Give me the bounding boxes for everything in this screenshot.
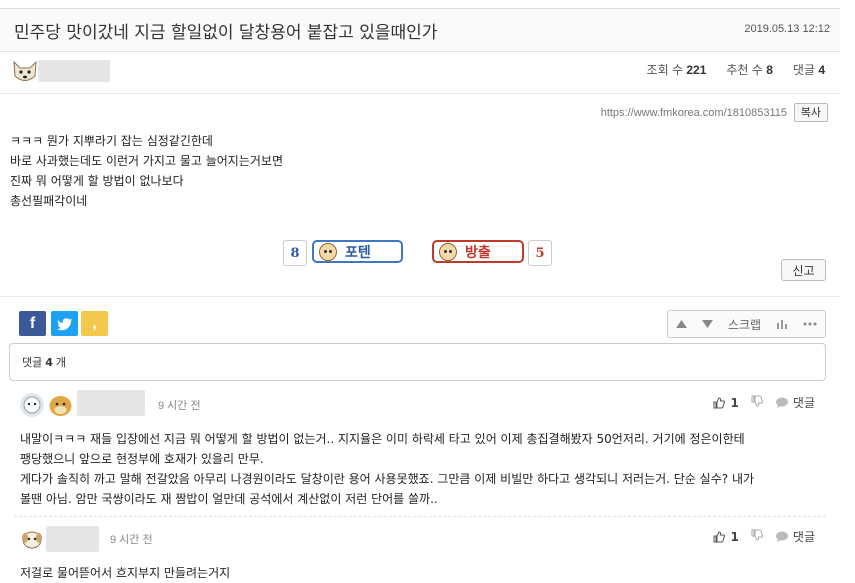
comment-like-button[interactable]: 1 (713, 396, 739, 410)
recommend-stat: 추천 수 8 (726, 63, 773, 77)
post-date: 2019.05.13 12:12 (744, 23, 830, 35)
thumbs-down-icon[interactable] (751, 395, 763, 410)
comment-actions: 1 댓글 (713, 394, 815, 411)
downvote-count: 5 (528, 240, 552, 266)
arrow-down-icon[interactable] (701, 320, 713, 328)
post-body-line: ㅋㅋㅋ 뭔가 지뿌라기 잡는 심정같긴한데 (10, 134, 213, 148)
post-meta: 조회 수 221 추천 수 8 댓글 4 (647, 61, 825, 78)
comment-line: 팽당했으니 앞으로 현정부에 호재가 있을리 만무. (20, 452, 264, 466)
upvote-button[interactable]: 포텐 (312, 240, 403, 263)
post-body-line: 진짜 뭐 어떻게 할 방법이 없나보다 (10, 174, 184, 188)
comment-reply-button[interactable]: 댓글 (775, 528, 815, 545)
post-body: ㅋㅋㅋ 뭔가 지뿌라기 잡는 심정같긴한데 바로 사과했는데도 이런거 가지고 … (10, 131, 283, 211)
downvote-label: 방출 (465, 244, 491, 261)
comment-divider (14, 516, 826, 517)
facebook-share-icon[interactable]: f (19, 311, 46, 336)
comment-count-box: 댓글 4 개 (9, 343, 826, 381)
comment-reply-label: 댓글 (792, 396, 815, 410)
angry-face-icon (439, 242, 457, 261)
upvote-label: 포텐 (345, 244, 371, 261)
commenter-name-redacted[interactable] (46, 526, 99, 552)
comment-actions: 1 댓글 (713, 528, 815, 545)
commenter-name-redacted[interactable] (77, 390, 145, 416)
comment-like-button[interactable]: 1 (713, 530, 739, 544)
comment-time: 9 시간 전 (110, 534, 153, 546)
comment-count: 4 (45, 355, 53, 369)
commenter-avatar[interactable] (20, 393, 44, 417)
comment-like-count: 1 (730, 395, 739, 410)
happy-face-icon (319, 242, 337, 261)
comments-stat: 댓글 4 (792, 63, 825, 77)
author-name-redacted[interactable] (38, 60, 110, 82)
report-button[interactable]: 신고 (781, 259, 826, 281)
downvote-button[interactable]: 방출 (432, 240, 524, 263)
upvote-count: 8 (283, 240, 307, 266)
twitter-share-icon[interactable] (51, 311, 78, 336)
comment-line: 저걸로 물어뜯어서 흐지부지 만들려는거지 (20, 566, 231, 580)
speech-bubble-icon (775, 397, 788, 408)
comment-reply-label: 댓글 (792, 530, 815, 544)
post-body-line: 총선필패각이네 (10, 194, 88, 208)
thumbs-up-icon (713, 396, 725, 408)
comment-body: 저걸로 물어뜯어서 흐지부지 만들려는거지 (20, 563, 230, 583)
speech-bubble-icon (775, 531, 788, 542)
author-avatar[interactable] (10, 58, 40, 86)
comment-line: 볼땐 아님. 암만 국썅이라도 재 짬밥이 얼만데 공석에서 계산없이 저런 단… (20, 492, 438, 506)
comment-like-count: 1 (730, 529, 739, 544)
comment-reply-button[interactable]: 댓글 (775, 394, 815, 411)
comment-line: 게다가 솔직히 까고 말해 전갈았음 아무리 나경원이라도 달창이란 용어 사용… (20, 472, 755, 486)
twitter-bird-icon (56, 317, 72, 330)
bar-chart-icon[interactable] (776, 319, 788, 329)
scrap-button[interactable]: 스크랩 (728, 316, 761, 333)
comment-time: 9 시간 전 (158, 400, 201, 412)
copy-url-button[interactable]: 복사 (793, 103, 828, 122)
post-url[interactable]: https://www.fmkorea.com/1810853115 (601, 107, 787, 119)
thumbs-down-icon[interactable] (751, 529, 763, 544)
views-stat: 조회 수 221 (646, 63, 707, 77)
post-title: 민주당 맛이갔네 지금 할일없이 달창용어 붙잡고 있을때인가 (14, 23, 438, 43)
comment-line: 내말이ㅋㅋㅋ 재들 입장에선 지금 뭐 어떻게 할 방법이 없는거.. 지지율은… (20, 432, 745, 446)
commenter-avatar[interactable] (20, 527, 44, 551)
more-icon[interactable] (803, 322, 817, 326)
post-body-line: 바로 사과했는데도 이런거 가지고 물고 늘어지는거보면 (10, 154, 283, 168)
commenter-badge-avatar (47, 391, 74, 418)
comment-count-suffix: 개 (55, 356, 67, 369)
kakaostory-share-icon[interactable]: , (81, 311, 108, 336)
scrap-toolbar: 스크랩 (667, 310, 826, 338)
comment-count-prefix: 댓글 (22, 356, 43, 369)
divider (0, 296, 840, 297)
arrow-up-icon[interactable] (675, 320, 687, 328)
divider (0, 93, 840, 94)
thumbs-up-icon (713, 530, 725, 542)
comment-body: 내말이ㅋㅋㅋ 재들 입장에선 지금 뭐 어떻게 할 방법이 없는거.. 지지율은… (20, 429, 754, 509)
